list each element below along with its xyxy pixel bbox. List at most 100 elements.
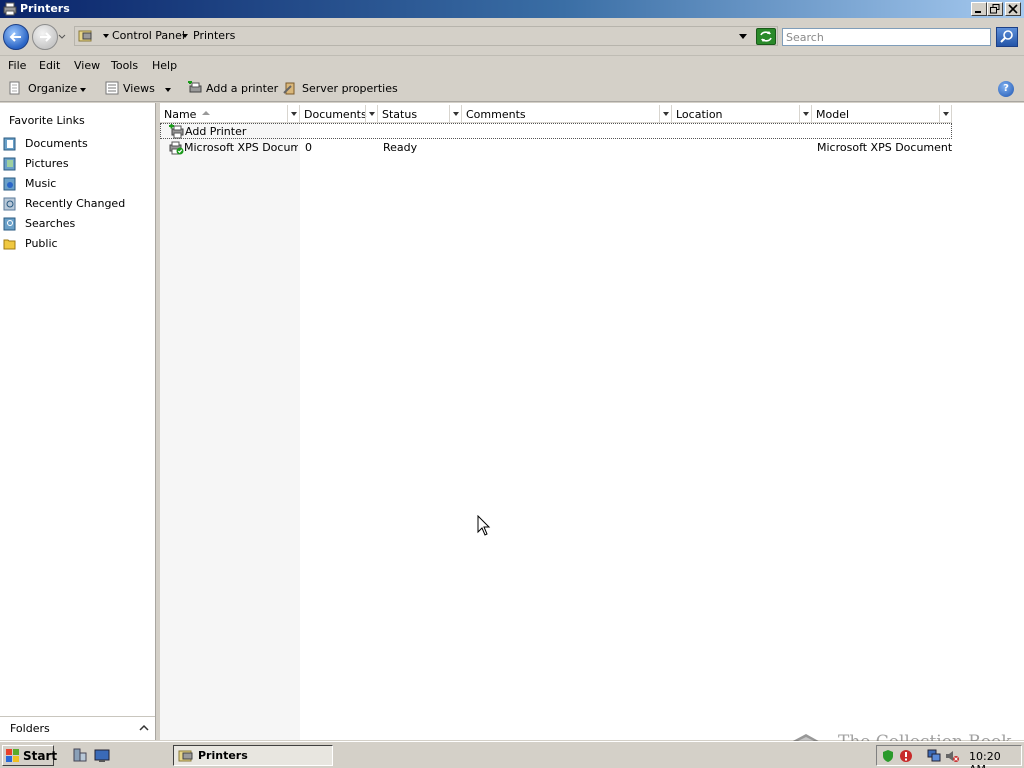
add-printer-icon [169, 124, 185, 139]
volume-muted-icon[interactable] [945, 749, 959, 763]
column-headers: Name Documents Status Comments Location … [160, 105, 952, 123]
breadcrumb-control-panel[interactable]: Control Panel [112, 29, 185, 42]
organize-dropdown-icon[interactable] [80, 88, 86, 92]
column-label: Model [816, 108, 850, 121]
nav-item-label: Documents [25, 137, 88, 150]
column-header-model[interactable]: Model [812, 105, 952, 123]
taskbar: Start Printers 10:20 AM [0, 741, 1024, 768]
printers-folder-icon [178, 748, 194, 763]
views-icon [105, 81, 119, 95]
column-header-location[interactable]: Location [672, 105, 812, 123]
menu-edit[interactable]: Edit [39, 59, 60, 72]
nav-item-recently-changed[interactable]: Recently Changed [0, 195, 154, 213]
chevron-up-icon [139, 724, 149, 731]
printer-model: Microsoft XPS Document... [817, 141, 952, 154]
list-item-printer[interactable]: Microsoft XPS Docum... 0 Ready Microsoft… [160, 140, 952, 156]
show-desktop-icon[interactable] [94, 748, 110, 763]
breadcrumb-chevron-icon[interactable] [103, 34, 109, 38]
menu-help[interactable]: Help [152, 59, 177, 72]
breadcrumb-chevron-icon[interactable] [182, 34, 188, 38]
address-box[interactable]: Control Panel Printers [74, 26, 778, 46]
column-label: Name [164, 108, 197, 121]
nav-item-label: Searches [25, 217, 76, 230]
address-bar: Control Panel Printers [0, 18, 1024, 56]
navigation-pane: Favorite Links Documents Pictures Music … [0, 103, 156, 740]
back-button[interactable] [3, 24, 29, 50]
menu-view[interactable]: View [74, 59, 100, 72]
nav-item-public[interactable]: Public [0, 235, 154, 253]
restore-button[interactable] [987, 2, 1003, 16]
column-filter-dropdown-icon[interactable] [939, 105, 951, 122]
column-header-status[interactable]: Status [378, 105, 462, 123]
network-icon[interactable] [927, 749, 941, 763]
address-dropdown-icon[interactable] [739, 34, 747, 39]
server-properties-icon [283, 81, 297, 95]
pictures-icon [3, 157, 17, 171]
minimize-button[interactable] [971, 2, 987, 16]
nav-item-music[interactable]: Music [0, 175, 154, 193]
column-label: Location [676, 108, 723, 121]
menu-file[interactable]: File [8, 59, 26, 72]
nav-item-label: Pictures [25, 157, 69, 170]
taskbar-printers-label: Printers [198, 749, 248, 762]
organize-button[interactable]: Organize [28, 82, 77, 95]
refresh-button[interactable] [756, 28, 776, 45]
column-filter-dropdown-icon[interactable] [449, 105, 461, 122]
views-dropdown-icon[interactable] [165, 88, 171, 92]
folder-icon [3, 237, 17, 251]
default-printer-icon [168, 140, 184, 155]
security-shield-icon[interactable] [881, 749, 895, 763]
start-label: Start [23, 749, 58, 763]
column-filter-dropdown-icon[interactable] [287, 105, 299, 122]
column-filter-dropdown-icon[interactable] [659, 105, 671, 122]
printer-name: Microsoft XPS Docum... [184, 141, 298, 154]
recent-icon [3, 197, 17, 211]
help-icon[interactable]: ? [998, 81, 1014, 97]
search-input[interactable] [783, 29, 990, 45]
column-header-documents[interactable]: Documents [300, 105, 378, 123]
menu-tools[interactable]: Tools [111, 59, 138, 72]
folders-toggle[interactable]: Folders [0, 716, 155, 740]
column-filter-dropdown-icon[interactable] [799, 105, 811, 122]
taskbar-printers-button[interactable]: Printers [173, 745, 333, 766]
column-header-name[interactable]: Name [160, 105, 300, 123]
search-button[interactable] [996, 27, 1018, 47]
mouse-pointer-icon [477, 515, 491, 536]
command-bar: Organize Views Add a printer Server prop… [0, 77, 1024, 102]
sort-ascending-icon [202, 111, 210, 115]
sorted-column-shade [160, 123, 300, 740]
server-properties-button[interactable]: Server properties [302, 82, 398, 95]
alert-icon[interactable] [899, 749, 913, 763]
start-button[interactable]: Start [2, 745, 58, 766]
add-printer-button[interactable]: Add a printer [206, 82, 278, 95]
nav-item-label: Public [25, 237, 58, 250]
breadcrumb-printers[interactable]: Printers [193, 29, 235, 42]
windows-logo-icon [6, 749, 19, 762]
music-icon [3, 177, 17, 191]
printer-list: Name Documents Status Comments Location … [160, 103, 1024, 740]
list-item-add-printer[interactable]: Add Printer [160, 123, 952, 139]
close-button[interactable] [1005, 2, 1021, 16]
folders-label: Folders [10, 722, 50, 735]
server-manager-icon[interactable] [72, 748, 88, 763]
documents-icon [3, 137, 17, 151]
magnifier-icon [1000, 30, 1013, 43]
printer-documents: 0 [305, 141, 312, 154]
nav-item-documents[interactable]: Documents [0, 135, 154, 153]
nav-item-label: Recently Changed [25, 197, 126, 210]
column-filter-dropdown-icon[interactable] [365, 105, 377, 122]
column-label: Comments [466, 108, 526, 121]
notification-area: 10:20 AM [876, 745, 1022, 768]
nav-item-pictures[interactable]: Pictures [0, 155, 154, 173]
search-field[interactable] [782, 28, 991, 46]
printer-status: Ready [383, 141, 418, 154]
recent-pages-chevron-icon[interactable] [58, 34, 66, 40]
printer-icon [3, 2, 17, 16]
organize-icon [8, 81, 22, 95]
system-clock[interactable]: 10:20 AM [969, 750, 1021, 768]
views-button[interactable]: Views [123, 82, 155, 95]
column-header-comments[interactable]: Comments [462, 105, 672, 123]
forward-button[interactable] [32, 24, 58, 50]
title-bar: Printers [0, 0, 1024, 18]
nav-item-searches[interactable]: Searches [0, 215, 154, 233]
